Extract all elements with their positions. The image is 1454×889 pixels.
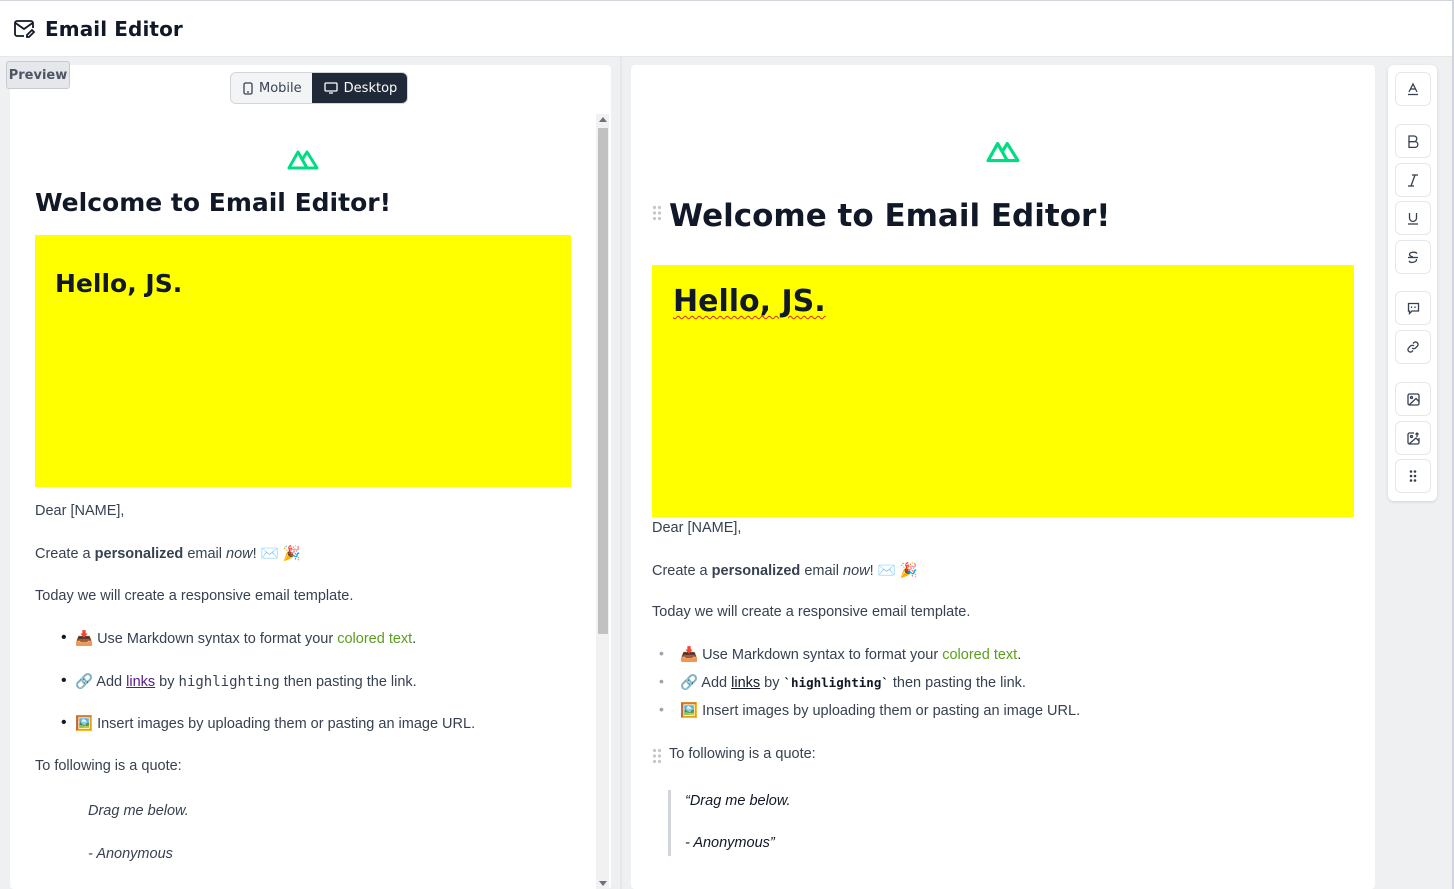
comment-icon bbox=[1407, 302, 1419, 315]
panel-divider[interactable] bbox=[620, 57, 622, 889]
links-link[interactable]: links bbox=[126, 674, 155, 690]
app-header: Email Editor bbox=[0, 0, 1454, 57]
text: 📥 Use Markdown syntax to format your bbox=[680, 647, 943, 663]
scroll-up-arrow-icon[interactable] bbox=[599, 117, 607, 122]
text: . bbox=[412, 631, 417, 647]
strikethrough-icon bbox=[1408, 251, 1418, 263]
text: by bbox=[155, 674, 179, 690]
editor-quote-intro[interactable]: To following is a quote: bbox=[669, 746, 816, 762]
preview-bullet-links: 🔗 Add links by highlighting then pasting… bbox=[61, 672, 417, 690]
preview-line-personalized: Create a personalized email now! ✉️ 🎉 bbox=[35, 545, 301, 562]
code-text: `highlighting` bbox=[783, 675, 889, 690]
editor-greeting[interactable]: Dear [NAME], bbox=[652, 520, 741, 536]
preview-scroll-area[interactable]: Welcome to Email Editor! Hello, JS. Dear… bbox=[10, 114, 610, 889]
formatting-toolbar bbox=[1388, 65, 1437, 501]
text: email bbox=[183, 546, 227, 562]
scrollbar-thumb[interactable] bbox=[598, 128, 608, 634]
italic-text: now bbox=[843, 563, 870, 579]
mobile-toggle-button[interactable]: Mobile bbox=[231, 73, 312, 103]
italic-icon bbox=[1408, 173, 1418, 187]
blockquote-bar bbox=[668, 790, 671, 856]
preview-banner: Hello, JS. bbox=[35, 235, 571, 487]
text: then pasting the link. bbox=[888, 675, 1026, 691]
mobile-icon bbox=[243, 81, 253, 95]
editor-content[interactable]: Welcome to Email Editor! Hello, JS. Dear… bbox=[652, 65, 1354, 889]
drag-handle-icon[interactable] bbox=[652, 205, 662, 221]
underline-button[interactable] bbox=[1395, 201, 1431, 235]
preview-bullet-markdown: 📥 Use Markdown syntax to format your col… bbox=[61, 629, 417, 647]
preview-quote-line2: - Anonymous bbox=[88, 846, 173, 862]
bold-button[interactable] bbox=[1395, 124, 1431, 158]
text-style-icon bbox=[1408, 82, 1418, 96]
text-style-button[interactable] bbox=[1395, 72, 1431, 106]
mobile-label: Mobile bbox=[259, 80, 302, 96]
editor-line-template[interactable]: Today we will create a responsive email … bbox=[652, 604, 970, 620]
bold-text: personalized bbox=[94, 546, 184, 562]
image-icon bbox=[1406, 392, 1420, 406]
drag-handle-button[interactable] bbox=[1395, 459, 1431, 493]
editor-bullet-markdown[interactable]: 📥 Use Markdown syntax to format your col… bbox=[659, 645, 1022, 663]
comment-button[interactable] bbox=[1395, 291, 1431, 325]
text: Create a bbox=[652, 563, 712, 579]
image-button[interactable] bbox=[1395, 382, 1431, 416]
text: email bbox=[800, 563, 844, 579]
drag-handle-icon bbox=[1409, 470, 1417, 482]
editor-banner-hello: Hello, JS. bbox=[673, 284, 826, 319]
drag-handle-icon[interactable] bbox=[652, 748, 662, 764]
editor-banner[interactable]: Hello, JS. bbox=[652, 265, 1354, 517]
scroll-down-arrow-icon[interactable] bbox=[599, 881, 607, 886]
bold-icon bbox=[1408, 134, 1419, 148]
nuxt-logo-icon bbox=[287, 150, 319, 170]
device-toggle[interactable]: Mobile Desktop bbox=[230, 72, 409, 104]
bold-text: personalized bbox=[711, 563, 801, 579]
editor-banner-text[interactable]: Hello, JS. bbox=[673, 284, 826, 319]
editor-quote-line1[interactable]: “Drag me below. bbox=[685, 793, 791, 809]
text: by bbox=[760, 675, 784, 691]
mail-edit-icon bbox=[14, 19, 36, 39]
editor-quote-line2[interactable]: - Anonymous” bbox=[685, 835, 775, 851]
preview-bullet-images: 🖼️ Insert images by uploading them or pa… bbox=[61, 714, 475, 732]
preview-quote-line1: Drag me below. bbox=[88, 803, 189, 819]
editor-heading[interactable]: Welcome to Email Editor! bbox=[669, 198, 1110, 234]
text: ! ✉️ 🎉 bbox=[869, 563, 918, 579]
text: . bbox=[1017, 647, 1022, 663]
preview-quote-intro: To following is a quote: bbox=[35, 758, 182, 774]
link-button[interactable] bbox=[1395, 330, 1431, 364]
editor-line-personalized[interactable]: Create a personalized email now! ✉️ 🎉 bbox=[652, 562, 918, 579]
preview-line-template: Today we will create a responsive email … bbox=[35, 588, 354, 604]
links-link[interactable]: links bbox=[731, 675, 760, 691]
desktop-toggle-button[interactable]: Desktop bbox=[311, 73, 408, 103]
image-upload-icon bbox=[1406, 431, 1420, 445]
text: ! ✉️ 🎉 bbox=[252, 546, 301, 562]
nuxt-logo-icon bbox=[986, 141, 1020, 163]
image-upload-button[interactable] bbox=[1395, 421, 1431, 455]
colored-text: colored text bbox=[942, 647, 1018, 663]
desktop-label: Desktop bbox=[343, 80, 398, 96]
desktop-icon bbox=[324, 82, 338, 94]
preview-banner-text: Hello, JS. bbox=[55, 269, 183, 298]
app-title: Email Editor bbox=[45, 16, 183, 41]
italic-text: now bbox=[226, 546, 253, 562]
preview-heading: Welcome to Email Editor! bbox=[35, 188, 391, 217]
text: Create a bbox=[35, 546, 95, 562]
text: 🔗 Add bbox=[680, 675, 732, 691]
preview-tag: Preview bbox=[6, 61, 70, 89]
code-text: highlighting bbox=[178, 674, 280, 690]
colored-text: colored text bbox=[337, 631, 413, 647]
italic-button[interactable] bbox=[1395, 163, 1431, 197]
preview-scrollbar[interactable] bbox=[596, 114, 609, 889]
text: then pasting the link. bbox=[279, 674, 417, 690]
preview-greeting: Dear [NAME], bbox=[35, 503, 125, 519]
text: 🔗 Add bbox=[75, 674, 127, 690]
link-icon bbox=[1407, 341, 1419, 353]
editor-bullet-images[interactable]: 🖼️ Insert images by uploading them or pa… bbox=[659, 701, 1080, 719]
editor-bullet-links[interactable]: 🔗 Add links by `highlighting` then pasti… bbox=[659, 673, 1026, 691]
text: 📥 Use Markdown syntax to format your bbox=[75, 631, 338, 647]
strikethrough-button[interactable] bbox=[1395, 240, 1431, 274]
underline-icon bbox=[1408, 212, 1418, 225]
